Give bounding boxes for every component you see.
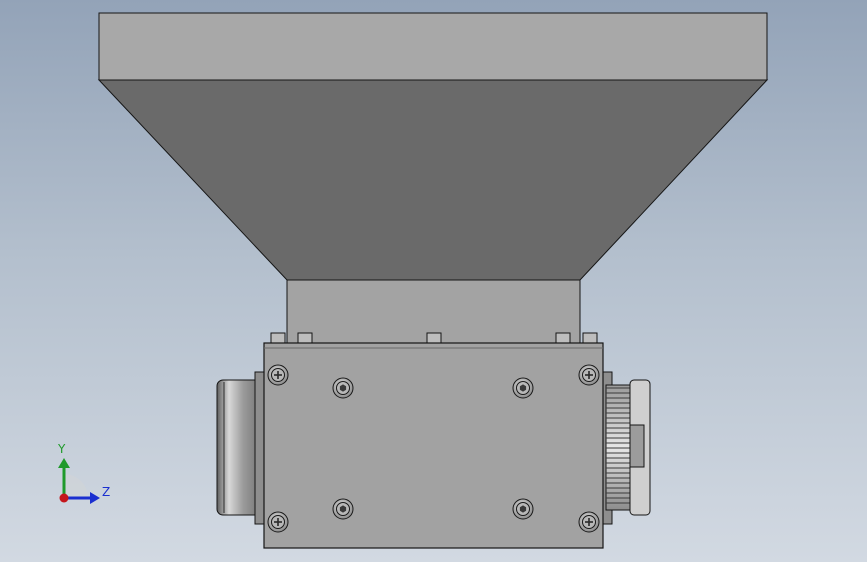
coordinate-triad[interactable] (58, 458, 100, 504)
bolt (332, 498, 354, 520)
y-axis-label: Y (58, 442, 66, 456)
right-pulley-gear[interactable] (599, 371, 651, 525)
y-axis-arrow (58, 458, 70, 468)
hopper-funnel[interactable] (97, 79, 769, 281)
bolt (578, 364, 600, 386)
z-axis-label: Z (102, 485, 111, 499)
hopper-rim[interactable] (98, 12, 768, 81)
x-axis-dot (59, 493, 69, 503)
triad-plane-quadrant (64, 474, 88, 498)
z-axis-arrow (90, 492, 100, 504)
left-roller-drum[interactable] (216, 371, 268, 525)
bolt (512, 498, 534, 520)
bolt (578, 511, 600, 533)
bolt (267, 511, 289, 533)
bolt (267, 364, 289, 386)
graphics-viewport[interactable]: Y Z (0, 0, 867, 562)
cad-model-view[interactable] (0, 0, 867, 562)
bolt (512, 377, 534, 399)
mill-body[interactable] (263, 342, 604, 549)
bolt (332, 377, 354, 399)
